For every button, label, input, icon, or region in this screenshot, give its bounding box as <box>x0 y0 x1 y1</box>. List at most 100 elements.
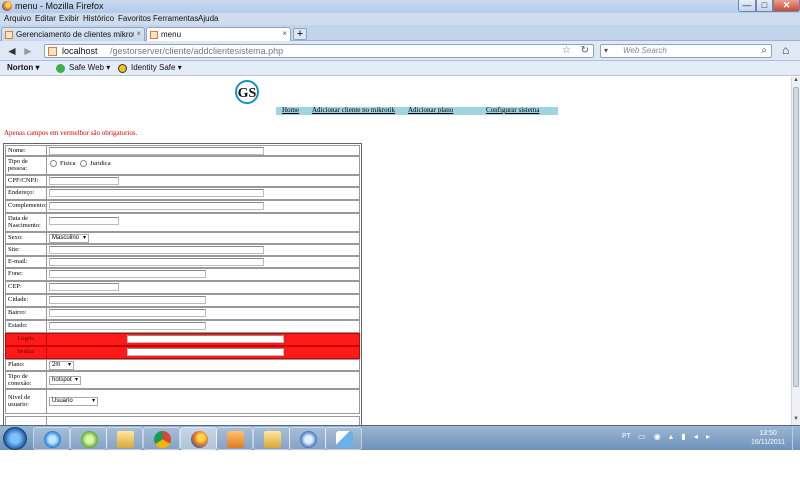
taskbar-firefox[interactable] <box>180 427 217 450</box>
nav-link-adicionar-plano[interactable]: Adicionar plano <box>408 106 453 114</box>
label-tipo-pessoa: Tipo de pessoa: <box>6 157 47 174</box>
safe-web-icon <box>56 64 65 73</box>
taskbar-media-player[interactable] <box>216 427 253 450</box>
cep-input[interactable] <box>49 283 119 291</box>
tab-close-icon[interactable]: × <box>136 29 141 38</box>
radio-juridica[interactable] <box>80 160 87 167</box>
taskbar-explorer[interactable] <box>106 427 143 450</box>
bairro-input[interactable] <box>49 309 206 317</box>
label-next <box>6 417 47 425</box>
menu-ferramentas[interactable]: Ferramentas <box>153 14 198 23</box>
minimize-button[interactable]: — <box>738 0 756 12</box>
label-sexo: Sexo: <box>6 233 47 243</box>
form-row-conexao: Tipo de conexão: hotspot ▾ <box>5 371 360 389</box>
endereco-input[interactable] <box>49 189 264 197</box>
maximize-button[interactable]: □ <box>756 0 773 12</box>
scroll-thumb[interactable] <box>793 87 799 387</box>
clock-date: 16/11/2011 <box>751 439 785 446</box>
form-row-plano: Plano: 2m ▾ <box>5 359 360 371</box>
menu-arquivo[interactable]: Arquivo <box>4 14 31 23</box>
vertical-scrollbar[interactable]: ▲ ▼ <box>791 77 800 425</box>
taskbar-dreamweaver[interactable] <box>70 427 107 450</box>
search-icon[interactable]: ⌕ <box>761 45 767 56</box>
forward-button[interactable]: ► <box>22 44 34 58</box>
identity-safe-menu[interactable]: Identity Safe ▾ <box>131 63 182 72</box>
estado-input[interactable] <box>49 322 206 330</box>
cidade-input[interactable] <box>49 296 206 304</box>
form-row-senha: Senha: <box>5 346 360 359</box>
blank-area <box>0 450 800 488</box>
label-email: E-mail: <box>6 257 47 267</box>
taskbar-chrome[interactable] <box>143 427 180 450</box>
site-input[interactable] <box>49 246 264 254</box>
taskbar-folder[interactable] <box>253 427 290 450</box>
senha-input[interactable] <box>127 348 284 356</box>
form-row-cidade: Cidade: <box>5 294 360 307</box>
show-desktop-button[interactable] <box>792 426 800 451</box>
gs-logo: GS <box>235 80 259 104</box>
label-cpf: CPF/CNPJ: <box>6 176 47 186</box>
menu-editar[interactable]: Editar <box>35 14 56 23</box>
complemento-input[interactable] <box>49 202 264 210</box>
conexao-select[interactable]: hotspot ▾ <box>49 376 81 385</box>
taskbar-app[interactable] <box>289 427 326 450</box>
start-button[interactable] <box>3 427 27 450</box>
fone-input[interactable] <box>49 270 206 278</box>
nome-input[interactable] <box>49 147 264 155</box>
login-input[interactable] <box>127 335 284 343</box>
reload-icon[interactable]: ↻ <box>581 45 589 56</box>
page-content: GS Home Adicionar cliente no mikrotik Ad… <box>0 77 791 425</box>
system-tray-icons[interactable]: ▭ ◉ ▴ ▮ ◂ ▸ <box>638 432 713 441</box>
close-window-button[interactable]: ✕ <box>773 0 800 12</box>
label-endereco: Endereço: <box>6 188 47 199</box>
label-bairro: Bairro: <box>6 308 47 319</box>
taskbar-clock[interactable]: 13:50 16/11/2011 <box>749 429 787 447</box>
page-favicon-icon <box>150 31 158 39</box>
chrome-icon <box>154 431 171 448</box>
bookmark-star-icon[interactable]: ☆ <box>562 45 571 56</box>
new-tab-button[interactable]: + <box>293 28 307 40</box>
tab-gerenciamento[interactable]: Gerenciamento de clientes mikrotik g... … <box>1 27 145 41</box>
sexo-select[interactable]: Masculino ▾ <box>49 234 89 243</box>
url-bar[interactable]: localhost /gestorserver/cliente/addclien… <box>44 44 594 58</box>
form-row-cep: CEP: <box>5 281 360 294</box>
menu-ajuda[interactable]: Ajuda <box>198 14 218 23</box>
menu-historico[interactable]: Histórico <box>83 14 114 23</box>
safe-web-menu[interactable]: Safe Web ▾ <box>69 63 110 72</box>
form-row-cpf: CPF/CNPJ: <box>5 175 360 187</box>
search-engine-dropdown[interactable]: ▾ <box>604 46 608 55</box>
label-fisica: Fisica <box>60 160 76 167</box>
plano-selected-value: 2m <box>52 362 61 368</box>
language-indicator[interactable]: PT <box>622 433 631 440</box>
norton-menu[interactable]: Norton ▾ <box>7 63 39 72</box>
firefox-icon <box>191 431 208 448</box>
nav-link-configurar-sistema[interactable]: Configurar sistema <box>486 106 539 114</box>
nascimento-input[interactable] <box>49 217 119 225</box>
menu-exibir[interactable]: Exibir <box>59 14 79 23</box>
nav-link-home[interactable]: Home <box>282 106 299 114</box>
windows-taskbar: PT ▭ ◉ ▴ ▮ ◂ ▸ 13:50 16/11/2011 <box>0 425 800 451</box>
taskbar-ie[interactable] <box>33 427 70 450</box>
nivel-select[interactable]: Usuario ▾ <box>49 397 98 406</box>
form-row-nascimento: Data de Nascimento: <box>5 213 360 232</box>
home-icon[interactable]: ⌂ <box>782 43 789 57</box>
label-juridica: Juridica <box>90 160 111 167</box>
tab-close-icon[interactable]: × <box>282 29 287 38</box>
tab-label: Gerenciamento de clientes mikrotik g... <box>16 30 134 39</box>
search-input[interactable]: ▾ Web Search ⌕ <box>600 44 772 58</box>
back-button[interactable]: ◄ <box>6 44 18 58</box>
scroll-up-icon[interactable]: ▲ <box>792 77 800 86</box>
tab-menu[interactable]: menu × <box>146 27 291 42</box>
scroll-down-icon[interactable]: ▼ <box>792 416 800 425</box>
add-client-form: Nome: Tipo de pessoa: Fisica Juridica CP… <box>3 143 362 425</box>
taskbar-paint[interactable] <box>325 427 362 450</box>
label-login: Login: <box>6 334 47 345</box>
menu-favoritos[interactable]: Favoritos <box>118 14 151 23</box>
nav-link-adicionar-cliente[interactable]: Adicionar cliente no mikrotik <box>312 106 395 114</box>
window-title-bar: menu - Mozilla Firefox — □ ✕ <box>0 0 800 13</box>
cpf-input[interactable] <box>49 177 119 185</box>
radio-fisica[interactable] <box>50 160 57 167</box>
email-input[interactable] <box>49 258 264 266</box>
plano-select[interactable]: 2m ▾ <box>49 361 74 370</box>
dreamweaver-icon <box>81 431 98 448</box>
